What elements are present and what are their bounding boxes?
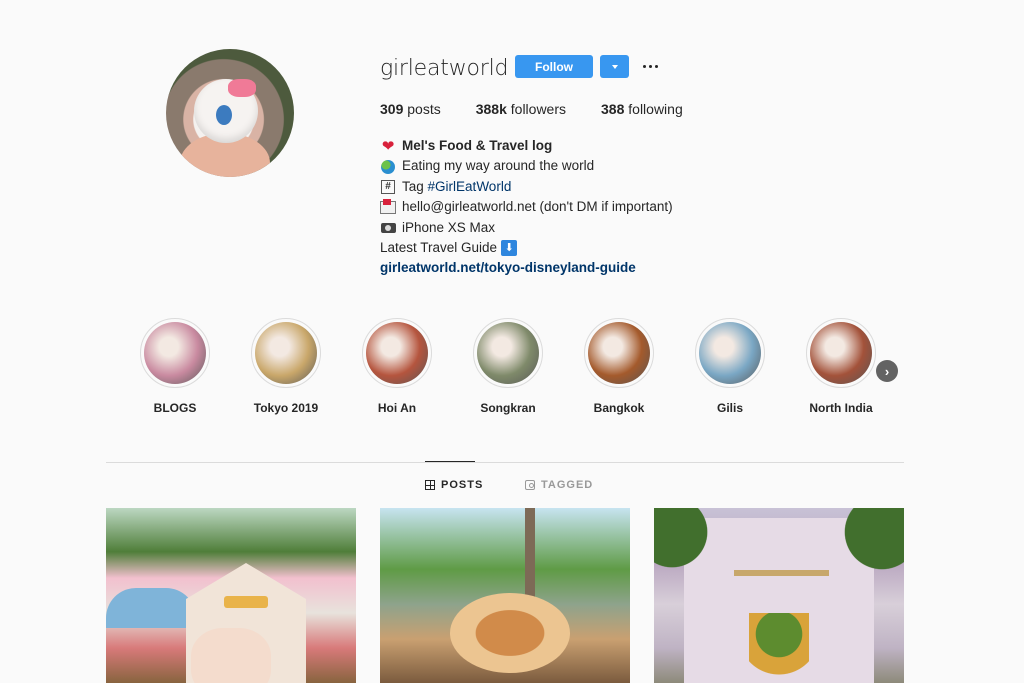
highlight-label: BLOGS: [153, 401, 197, 415]
highlight-thumbnail: [477, 322, 539, 384]
highlight-blogs[interactable]: BLOGS: [130, 318, 220, 415]
post-thumbnail[interactable]: [106, 508, 356, 683]
bio-hashtag-link[interactable]: #GirlEatWorld: [428, 177, 512, 197]
suggested-dropdown-button[interactable]: [600, 55, 629, 78]
bio-name: Mel's Food & Travel log: [402, 138, 553, 153]
heart-icon: ❤: [381, 137, 395, 155]
avatar-bow-shape: [228, 79, 256, 97]
post-image-shape: [450, 593, 570, 673]
highlight-hoi-an[interactable]: Hoi An: [352, 318, 442, 415]
more-options-button[interactable]: [640, 56, 660, 76]
post-image-shape: [749, 613, 809, 683]
profile-avatar[interactable]: [166, 49, 294, 177]
story-highlights: BLOGS Tokyo 2019 Hoi An Songkran Bangkok…: [130, 318, 900, 428]
bio-website-link[interactable]: girleatworld.net/tokyo-disneyland-guide: [380, 258, 636, 278]
follow-button[interactable]: Follow: [515, 55, 593, 78]
highlight-north-india[interactable]: North India: [796, 318, 886, 415]
bio-guide: Latest Travel Guide: [380, 240, 498, 256]
tab-posts[interactable]: POSTS: [425, 479, 483, 491]
post-thumbnail[interactable]: [380, 508, 630, 683]
bio-line: Eating my way around the world: [402, 158, 595, 174]
profile-stats: 309 posts 388k followers 388 following: [380, 101, 718, 117]
highlight-label: Songkran: [480, 401, 536, 415]
post-image-shape: [106, 588, 196, 628]
highlight-label: Tokyo 2019: [253, 401, 319, 415]
more-dot-icon: [648, 64, 652, 68]
post-image-shape: [224, 596, 268, 608]
tab-tagged-label: TAGGED: [541, 479, 594, 491]
highlight-label: Hoi An: [377, 401, 417, 415]
active-tab-indicator: [425, 461, 475, 462]
highlights-next-button[interactable]: ›: [876, 360, 898, 382]
post-image-shape: [191, 628, 271, 683]
following-stat[interactable]: 388 following: [601, 101, 683, 117]
highlight-thumbnail: [588, 322, 650, 384]
highlight-thumbnail: [366, 322, 428, 384]
highlight-bangkok[interactable]: Bangkok: [574, 318, 664, 415]
tab-posts-label: POSTS: [441, 479, 484, 491]
more-dot-icon: [642, 64, 646, 68]
highlight-gilis[interactable]: Gilis: [685, 318, 775, 415]
bio-device: iPhone XS Max: [402, 219, 496, 235]
highlight-label: Gilis: [716, 401, 743, 415]
hash-icon: #: [380, 179, 396, 195]
camera-icon: [380, 220, 396, 236]
post-image-shape: [834, 508, 904, 588]
envelope-icon: [380, 198, 396, 215]
highlight-tokyo-2019[interactable]: Tokyo 2019: [241, 318, 331, 415]
highlight-thumbnail: [255, 322, 317, 384]
tabs-divider: [106, 462, 904, 463]
bio-email: hello@girleatworld.net (don't DM if impo…: [402, 199, 673, 215]
tag-icon: [525, 480, 535, 490]
more-dot-icon: [654, 64, 658, 68]
globe-icon: [380, 159, 396, 175]
profile-username: girleatworld: [380, 56, 509, 81]
highlight-thumbnail: [144, 322, 206, 384]
highlight-label: Bangkok: [593, 401, 645, 415]
highlight-thumbnail: [810, 322, 872, 384]
post-image-shape: [654, 508, 714, 588]
tab-tagged[interactable]: TAGGED: [525, 479, 593, 491]
posts-stat: 309 posts: [380, 101, 441, 117]
followers-stat[interactable]: 388k followers: [476, 101, 566, 117]
post-image-shape: [734, 570, 829, 576]
profile-bio: ❤ Mel's Food & Travel log Eating my way …: [380, 136, 673, 279]
highlight-thumbnail: [699, 322, 761, 384]
bio-tag-prefix: Tag: [402, 178, 424, 194]
highlight-label: North India: [809, 401, 873, 415]
grid-icon: [425, 480, 435, 490]
chevron-down-icon: [611, 64, 618, 69]
highlight-songkran[interactable]: Songkran: [463, 318, 553, 415]
down-arrow-icon: ⬇: [501, 240, 518, 257]
post-thumbnail[interactable]: [654, 508, 904, 683]
chevron-right-icon: ›: [884, 363, 890, 379]
